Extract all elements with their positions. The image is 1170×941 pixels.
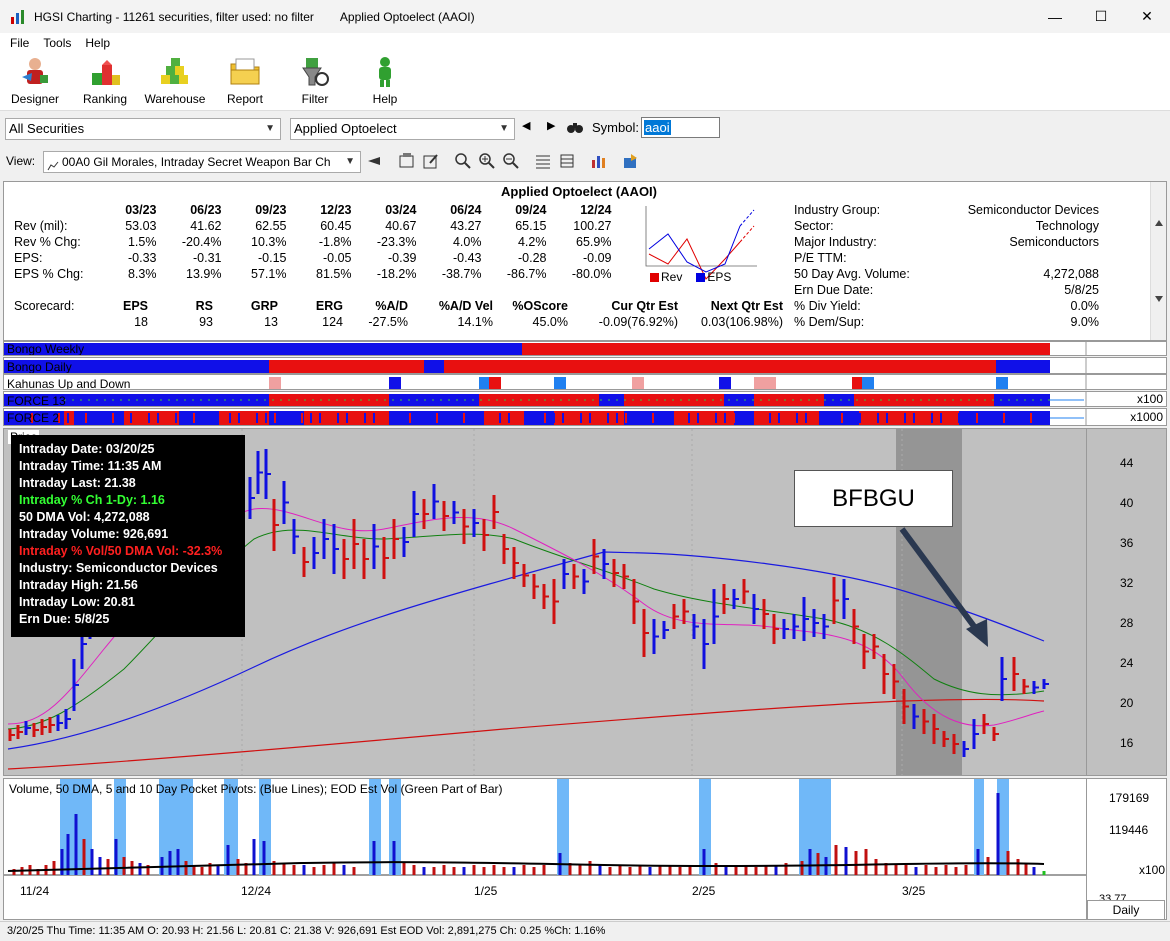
tooltip-line: Industry: Semiconductor Devices [19,561,218,575]
price-chart[interactable]: 44 40 36 32 28 24 20 16 Price Intraday D… [3,428,1167,776]
status-bar: 3/20/25 Thu Time: 11:35 AM O: 20.93 H: 2… [0,900,1170,941]
fundamentals-panel: Applied Optoelect (AAOI) 03/23 06/23 09/… [3,181,1167,341]
company-info-table: Industry Group: Semiconductor Devices Sec… [794,202,1099,330]
prev-arrow-icon[interactable]: ◀ [522,119,530,132]
info-row: 50 Day Avg. Volume: 4,272,088 [794,267,1099,281]
chevron-down-icon: ▼ [265,123,275,134]
kahunas-strip: Kahunas Up and Down [3,374,1167,390]
tooltip-line: Intraday High: 21.56 [19,578,138,592]
tooltip-line: Ern Due: 5/8/25 [19,612,110,626]
info-row: Major Industry: Semiconductors [794,235,1099,249]
tooltip-line: Intraday % Vol/50 DMA Vol: -32.3% [19,544,223,558]
window-subtitle: Applied Optoelect (AAOI) [339,9,475,24]
designer-icon [22,58,48,84]
folder-icon [230,58,260,85]
symbol-label: Symbol: [592,120,639,135]
zoom-in-icon[interactable] [478,152,496,170]
chevron-down-icon: ▼ [345,156,355,167]
info-row: Industry Group: Semiconductor Devices [794,203,1099,217]
selector-bar: All Securities ▼ Applied Optoelect ▼ ◀ ▶… [0,113,1170,145]
filter-icon [302,58,329,86]
security-select[interactable]: Applied Optoelect ▼ [290,118,515,140]
bfbgu-annotation: BFBGU [794,470,953,527]
tooltip-line: 50 DMA Vol: 4,272,088 [19,510,150,524]
volume-y-axis: 179169 119446 x100 33.77 [1086,779,1166,919]
tooltip-line: Intraday Last: 21.38 [19,476,136,490]
binoculars-icon[interactable] [566,119,584,135]
menu-file[interactable]: File [10,36,29,50]
panel-title: Applied Optoelect (AAOI) [501,184,657,199]
bongo-daily-strip: Bongo Daily [3,357,1167,374]
main-toolbar: Designer Ranking Warehouse Report Filter… [0,53,1170,111]
date-axis: 11/24 12/24 1/25 2/25 3/25 [20,884,926,898]
edit-icon[interactable] [422,152,440,170]
financials-table: 03/23 06/23 09/23 12/23 03/24 06/24 09/2… [14,203,612,281]
intraday-tooltip: Intraday Date: 03/20/25 Intraday Time: 1… [11,435,245,637]
table-icon[interactable] [558,152,576,170]
price-y-axis: 44 40 36 32 28 24 20 16 [1086,429,1166,775]
designer-button[interactable]: Designer [0,53,70,110]
table-row: Rev (mil): 53.03 41.62 62.55 60.45 40.67 43.2… [14,219,612,233]
mini-chart-legend: Rev EPS [650,270,731,284]
export-icon[interactable] [622,152,640,170]
next-arrow-icon[interactable]: ▶ [547,119,555,132]
menu-bar: File Tools Help [0,33,1170,53]
filter-button[interactable]: Filter [280,53,350,110]
daily-tab[interactable]: Daily [1087,900,1165,920]
info-row: % Div Yield: 0.0% [794,299,1099,313]
status-text: 3/20/25 Thu Time: 11:35 AM O: 20.93 H: 2… [7,925,606,937]
tooltip-line: Intraday Low: 20.81 [19,595,136,609]
menu-help[interactable]: Help [85,36,110,50]
force2-strip: FORCE 2 x1000 [3,408,1167,426]
volume-chart[interactable]: Volume, 50 DMA, 5 and 10 Day Pocket Pivo… [3,778,1167,920]
tooltip-line: Intraday Date: 03/20/25 [19,442,155,456]
app-icon [10,9,26,25]
force13-strip: FORCE 13 x100 [3,391,1167,407]
warehouse-icon [161,58,188,84]
zoom-icon[interactable] [454,152,472,170]
lines-icon[interactable] [534,152,552,170]
info-row: Sector: Technology [794,219,1099,233]
report-button[interactable]: Report [210,53,280,110]
view-label: View: [6,154,36,168]
info-row: % Dem/Sup: 9.0% [794,315,1099,329]
help-person-icon [379,57,391,87]
table-row: EPS: -0.33 -0.31 -0.15 -0.05 -0.39 -0.43 -0.28… [14,251,612,265]
bar-chart-icon[interactable] [590,152,608,170]
chart-icon [47,157,59,171]
warehouse-button[interactable]: Warehouse [140,53,210,110]
ranking-icon [92,60,120,85]
panel-scrollbar[interactable] [1150,182,1166,340]
table-row: Rev % Chg: 1.5% -20.4% 10.3% -1.8% -23.3% 4.0… [14,235,612,249]
cursor-icon[interactable] [366,152,384,170]
volume-label: Volume, 50 DMA, 5 and 10 Day Pocket Pivo… [9,782,503,796]
maximize-button[interactable]: ☐ [1078,0,1124,33]
table-row: EPS % Chg: 8.3% 13.9% 57.1% 81.5% -18.2% -38.… [14,267,612,281]
ranking-button[interactable]: Ranking [70,53,140,110]
tooltip-line: Intraday Time: 11:35 AM [19,459,162,473]
info-row: Ern Due Date: 5/8/25 [794,283,1099,297]
tooltip-line: Intraday % Ch 1-Dy: 1.16 [19,493,165,507]
table-row: 18 93 13 124 -27.5% 14.1% 45.0% -0.09(76.92%) 0.… [134,315,783,329]
info-row: P/E TTM: [794,251,847,265]
window-title: HGSI Charting - 11261 securities, filter… [34,9,314,24]
tooltip-line: Intraday Volume: 926,691 [19,527,169,541]
universe-select[interactable]: All Securities ▼ [5,118,281,140]
menu-tools[interactable]: Tools [43,36,71,50]
help-button[interactable]: Help [350,53,420,110]
scorecard-table: Scorecard: EPS RS GRP ERG %A/D %A/D Vel … [14,299,783,329]
settings-icon[interactable] [398,152,416,170]
bongo-weekly-strip: Bongo Weekly [3,341,1167,356]
view-select[interactable]: 00A0 Gil Morales, Intraday Secret Weapon… [43,151,361,173]
view-bar: View: 00A0 Gil Morales, Intraday Secret … [0,147,1170,177]
close-button[interactable]: ✕ [1124,0,1170,33]
symbol-input[interactable]: aaoi [641,117,720,138]
minimize-button[interactable]: — [1032,0,1078,33]
title-bar: HGSI Charting - 11261 securities, filter… [0,0,1170,33]
zoom-out-icon[interactable] [502,152,520,170]
chevron-down-icon: ▼ [499,123,509,134]
